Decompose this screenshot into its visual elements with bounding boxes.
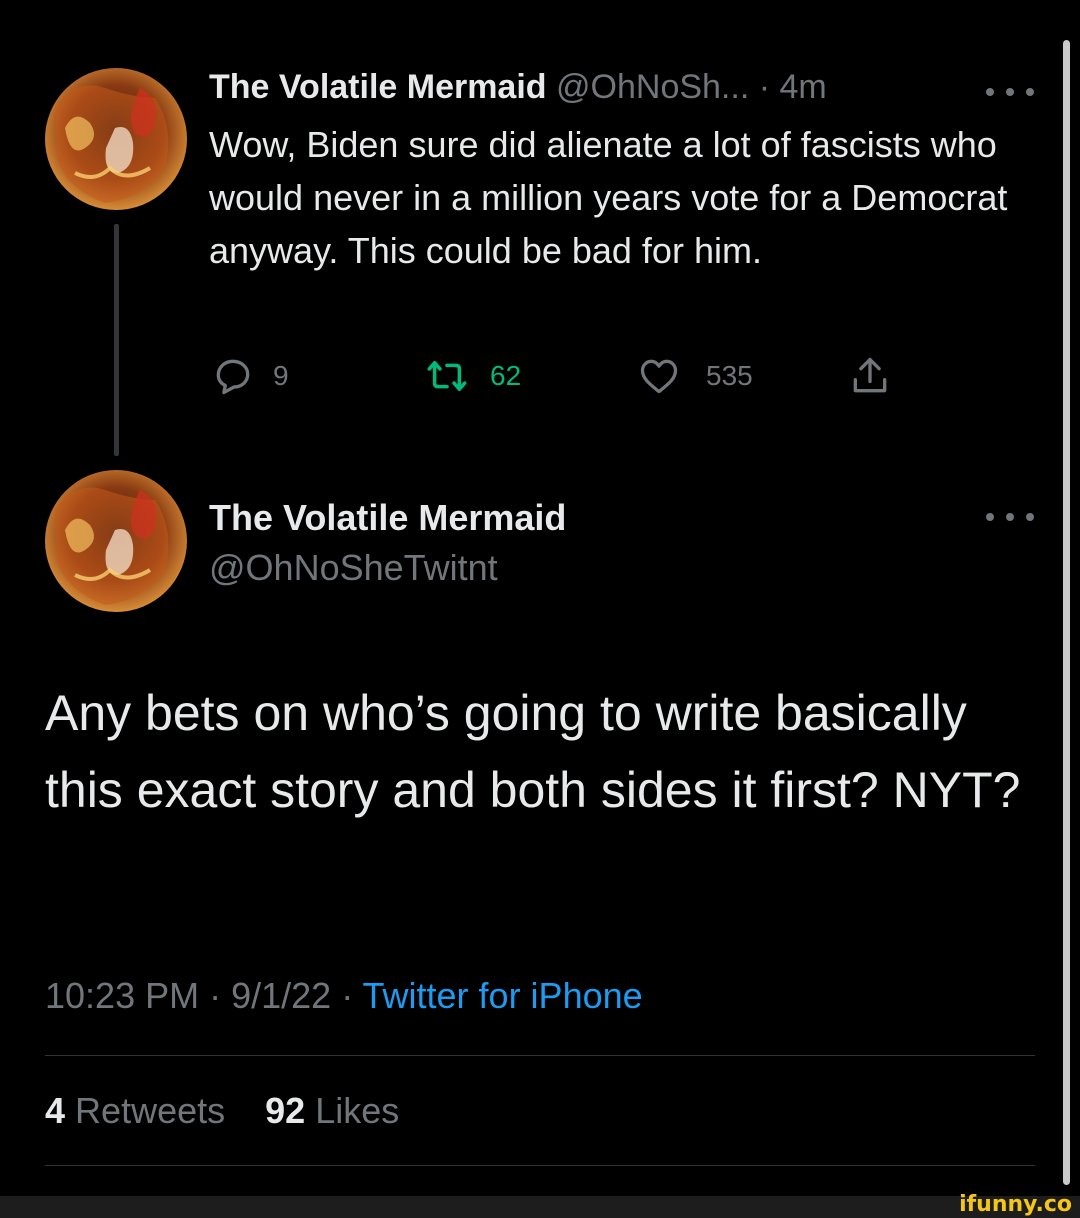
tweet-stats: 4 Retweets 92 Likes — [45, 1090, 399, 1132]
retweet-count: 62 — [490, 360, 522, 391]
like-icon — [640, 359, 678, 394]
timestamp[interactable]: 4m — [780, 68, 827, 106]
more-options-icon[interactable] — [986, 507, 1034, 527]
divider — [45, 1055, 1035, 1056]
tweet-text: Any bets on who’s going to write basical… — [45, 685, 1021, 818]
scrollbar[interactable] — [1063, 40, 1070, 1185]
reply-icon — [216, 359, 250, 395]
divider — [45, 1165, 1035, 1166]
reply-button[interactable]: 9 — [211, 352, 289, 400]
retweet-count: 4 — [45, 1090, 66, 1131]
watermark-bar — [0, 1196, 1080, 1218]
separator: · — [758, 68, 771, 106]
tweet-text: Wow, Biden sure did alienate a lot of fa… — [209, 124, 1008, 271]
tweet-source-link[interactable]: Twitter for iPhone — [363, 975, 643, 1016]
like-button[interactable]: 535 — [637, 352, 753, 400]
handle[interactable]: @OhNoSh... — [556, 68, 749, 106]
tweet-date[interactable]: 9/1/22 — [231, 975, 331, 1016]
watermark: ifunny.co — [959, 1192, 1072, 1217]
reply-context-header: The Volatile Mermaid @OhNoSh... · 4m — [209, 68, 827, 107]
handle[interactable]: @OhNoSheTwitnt — [209, 547, 498, 589]
retweets-stat[interactable]: 4 Retweets — [45, 1090, 225, 1131]
tweet-time[interactable]: 10:23 PM — [45, 975, 199, 1016]
avatar[interactable] — [45, 68, 187, 210]
retweet-icon — [427, 360, 467, 392]
likes-label: Likes — [315, 1090, 400, 1131]
reply-count: 9 — [273, 360, 289, 391]
tweet-metadata: 10:23 PM · 9/1/22 · Twitter for iPhone — [45, 975, 643, 1017]
like-count: 92 — [265, 1090, 306, 1131]
avatar[interactable] — [45, 470, 187, 612]
display-name[interactable]: The Volatile Mermaid — [209, 497, 566, 539]
share-icon — [853, 357, 887, 393]
retweet-button[interactable]: 62 — [424, 352, 521, 400]
separator: · — [199, 975, 232, 1016]
thread-connector-line — [114, 224, 119, 456]
more-options-icon[interactable] — [986, 82, 1034, 102]
share-button[interactable] — [848, 352, 892, 400]
separator: · — [331, 975, 363, 1016]
retweets-label: Retweets — [75, 1090, 226, 1131]
like-count: 535 — [706, 360, 753, 391]
display-name[interactable]: The Volatile Mermaid — [209, 68, 547, 106]
likes-stat[interactable]: 92 Likes — [265, 1090, 399, 1131]
